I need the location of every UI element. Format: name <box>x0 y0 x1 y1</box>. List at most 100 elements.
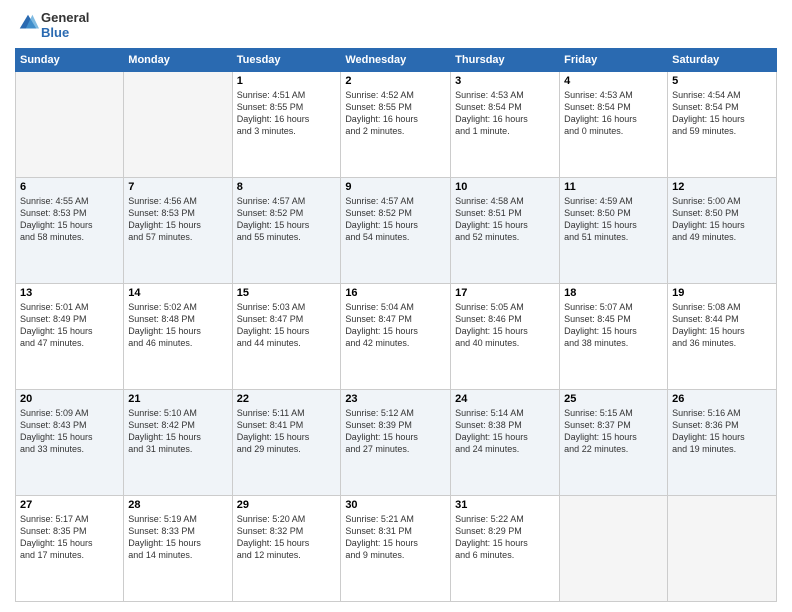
calendar-cell: 12 Sunrise: 5:00 AM Sunset: 8:50 PM Dayli… <box>668 178 777 284</box>
day-info: Sunrise: 4:56 AM Sunset: 8:53 PM Dayligh… <box>128 195 227 244</box>
calendar-cell: 23 Sunrise: 5:12 AM Sunset: 8:39 PM Dayli… <box>341 390 451 496</box>
day-number: 22 <box>237 393 337 405</box>
day-info: Sunrise: 4:59 AM Sunset: 8:50 PM Dayligh… <box>564 195 663 244</box>
day-number: 5 <box>672 75 772 87</box>
calendar-cell: 31 Sunrise: 5:22 AM Sunset: 8:29 PM Dayli… <box>451 496 560 602</box>
day-info: Sunrise: 5:11 AM Sunset: 8:41 PM Dayligh… <box>237 407 337 456</box>
calendar-cell <box>560 496 668 602</box>
day-number: 23 <box>345 393 446 405</box>
calendar-cell: 13 Sunrise: 5:01 AM Sunset: 8:49 PM Dayli… <box>16 284 124 390</box>
day-number: 10 <box>455 181 555 193</box>
calendar-cell: 9Sunrise: 4:57 AM Sunset: 8:52 PM Daylig… <box>341 178 451 284</box>
day-info: Sunrise: 5:19 AM Sunset: 8:33 PM Dayligh… <box>128 513 227 562</box>
day-number: 24 <box>455 393 555 405</box>
day-info: Sunrise: 5:16 AM Sunset: 8:36 PM Dayligh… <box>672 407 772 456</box>
week-row-1: 1 Sunrise: 4:51 AM Sunset: 8:55 PM Daylig… <box>16 72 777 178</box>
day-number: 14 <box>128 287 227 299</box>
week-row-5: 27 Sunrise: 5:17 AM Sunset: 8:35 PM Dayli… <box>16 496 777 602</box>
day-number: 4 <box>564 75 663 87</box>
week-row-2: 6 Sunrise: 4:55 AM Sunset: 8:53 PM Daylig… <box>16 178 777 284</box>
calendar-cell: 2 Sunrise: 4:52 AM Sunset: 8:55 PM Daylig… <box>341 72 451 178</box>
day-number: 29 <box>237 499 337 511</box>
day-info: Sunrise: 4:51 AM Sunset: 8:55 PM Dayligh… <box>237 89 337 138</box>
day-info: Sunrise: 4:58 AM Sunset: 8:51 PM Dayligh… <box>455 195 555 244</box>
day-info: Sunrise: 5:00 AM Sunset: 8:50 PM Dayligh… <box>672 195 772 244</box>
day-number: 16 <box>345 287 446 299</box>
logo-text-blue: Blue <box>41 25 89 40</box>
day-info: Sunrise: 4:53 AM Sunset: 8:54 PM Dayligh… <box>455 89 555 138</box>
calendar-cell: 19 Sunrise: 5:08 AM Sunset: 8:44 PM Dayli… <box>668 284 777 390</box>
dow-header-saturday: Saturday <box>668 49 777 72</box>
day-number: 15 <box>237 287 337 299</box>
calendar-cell: 27 Sunrise: 5:17 AM Sunset: 8:35 PM Dayli… <box>16 496 124 602</box>
day-info: Sunrise: 4:57 AM Sunset: 8:52 PM Dayligh… <box>345 195 446 244</box>
day-number: 31 <box>455 499 555 511</box>
day-number: 30 <box>345 499 446 511</box>
day-number: 12 <box>672 181 772 193</box>
calendar-cell: 4Sunrise: 4:53 AM Sunset: 8:54 PM Daylig… <box>560 72 668 178</box>
calendar-cell: 21Sunrise: 5:10 AM Sunset: 8:42 PM Dayli… <box>124 390 232 496</box>
dow-header-thursday: Thursday <box>451 49 560 72</box>
day-number: 25 <box>564 393 663 405</box>
calendar-cell: 28Sunrise: 5:19 AM Sunset: 8:33 PM Dayli… <box>124 496 232 602</box>
calendar-cell: 20 Sunrise: 5:09 AM Sunset: 8:43 PM Dayli… <box>16 390 124 496</box>
day-info: Sunrise: 5:10 AM Sunset: 8:42 PM Dayligh… <box>128 407 227 456</box>
day-info: Sunrise: 5:09 AM Sunset: 8:43 PM Dayligh… <box>20 407 119 456</box>
day-info: Sunrise: 5:12 AM Sunset: 8:39 PM Dayligh… <box>345 407 446 456</box>
day-info: Sunrise: 5:05 AM Sunset: 8:46 PM Dayligh… <box>455 301 555 350</box>
day-info: Sunrise: 5:21 AM Sunset: 8:31 PM Dayligh… <box>345 513 446 562</box>
logo: General Blue <box>15 10 89 40</box>
calendar-cell: 11 Sunrise: 4:59 AM Sunset: 8:50 PM Dayli… <box>560 178 668 284</box>
day-number: 2 <box>345 75 446 87</box>
day-info: Sunrise: 5:20 AM Sunset: 8:32 PM Dayligh… <box>237 513 337 562</box>
calendar-cell: 22 Sunrise: 5:11 AM Sunset: 8:41 PM Dayli… <box>232 390 341 496</box>
calendar-cell <box>124 72 232 178</box>
day-info: Sunrise: 5:02 AM Sunset: 8:48 PM Dayligh… <box>128 301 227 350</box>
day-number: 18 <box>564 287 663 299</box>
calendar-cell: 17 Sunrise: 5:05 AM Sunset: 8:46 PM Dayli… <box>451 284 560 390</box>
day-number: 19 <box>672 287 772 299</box>
calendar-cell: 8 Sunrise: 4:57 AM Sunset: 8:52 PM Daylig… <box>232 178 341 284</box>
calendar-body: 1 Sunrise: 4:51 AM Sunset: 8:55 PM Daylig… <box>16 72 777 602</box>
day-info: Sunrise: 5:08 AM Sunset: 8:44 PM Dayligh… <box>672 301 772 350</box>
day-info: Sunrise: 4:57 AM Sunset: 8:52 PM Dayligh… <box>237 195 337 244</box>
calendar-cell: 25 Sunrise: 5:15 AM Sunset: 8:37 PM Dayli… <box>560 390 668 496</box>
calendar-cell: 1 Sunrise: 4:51 AM Sunset: 8:55 PM Daylig… <box>232 72 341 178</box>
day-number: 17 <box>455 287 555 299</box>
day-info: Sunrise: 5:01 AM Sunset: 8:49 PM Dayligh… <box>20 301 119 350</box>
days-of-week-row: SundayMondayTuesdayWednesdayThursdayFrid… <box>16 49 777 72</box>
week-row-3: 13 Sunrise: 5:01 AM Sunset: 8:49 PM Dayli… <box>16 284 777 390</box>
dow-header-wednesday: Wednesday <box>341 49 451 72</box>
calendar-cell <box>16 72 124 178</box>
day-number: 7 <box>128 181 227 193</box>
day-number: 1 <box>237 75 337 87</box>
calendar-cell: 15 Sunrise: 5:03 AM Sunset: 8:47 PM Dayli… <box>232 284 341 390</box>
logo-icon <box>17 12 39 34</box>
dow-header-tuesday: Tuesday <box>232 49 341 72</box>
day-number: 6 <box>20 181 119 193</box>
day-number: 13 <box>20 287 119 299</box>
day-info: Sunrise: 5:04 AM Sunset: 8:47 PM Dayligh… <box>345 301 446 350</box>
week-row-4: 20 Sunrise: 5:09 AM Sunset: 8:43 PM Dayli… <box>16 390 777 496</box>
day-info: Sunrise: 4:52 AM Sunset: 8:55 PM Dayligh… <box>345 89 446 138</box>
day-number: 3 <box>455 75 555 87</box>
day-info: Sunrise: 5:03 AM Sunset: 8:47 PM Dayligh… <box>237 301 337 350</box>
day-number: 20 <box>20 393 119 405</box>
calendar: SundayMondayTuesdayWednesdayThursdayFrid… <box>15 48 777 602</box>
day-number: 8 <box>237 181 337 193</box>
day-info: Sunrise: 5:22 AM Sunset: 8:29 PM Dayligh… <box>455 513 555 562</box>
day-number: 11 <box>564 181 663 193</box>
header: General Blue <box>15 10 777 40</box>
calendar-cell: 6 Sunrise: 4:55 AM Sunset: 8:53 PM Daylig… <box>16 178 124 284</box>
dow-header-friday: Friday <box>560 49 668 72</box>
day-info: Sunrise: 4:55 AM Sunset: 8:53 PM Dayligh… <box>20 195 119 244</box>
day-info: Sunrise: 5:17 AM Sunset: 8:35 PM Dayligh… <box>20 513 119 562</box>
day-info: Sunrise: 5:15 AM Sunset: 8:37 PM Dayligh… <box>564 407 663 456</box>
logo-text-general: General <box>41 10 89 25</box>
day-number: 27 <box>20 499 119 511</box>
dow-header-monday: Monday <box>124 49 232 72</box>
day-number: 26 <box>672 393 772 405</box>
day-info: Sunrise: 4:54 AM Sunset: 8:54 PM Dayligh… <box>672 89 772 138</box>
calendar-cell: 14 Sunrise: 5:02 AM Sunset: 8:48 PM Dayli… <box>124 284 232 390</box>
calendar-cell: 30 Sunrise: 5:21 AM Sunset: 8:31 PM Dayli… <box>341 496 451 602</box>
